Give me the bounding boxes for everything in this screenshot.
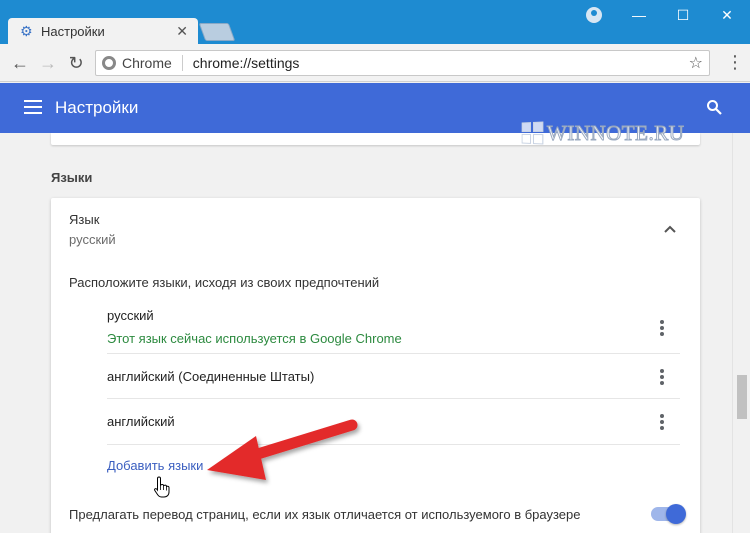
profile-icon[interactable]	[586, 7, 602, 23]
omnibox-label: Chrome	[122, 55, 172, 71]
window-titlebar: ⚙ Настройки ✕ — ☐ ✕	[0, 0, 750, 44]
forward-button[interactable]: →	[38, 53, 58, 73]
omnibox-divider	[181, 55, 183, 71]
language-row: английский	[107, 399, 680, 445]
more-options-icon[interactable]	[660, 414, 664, 432]
language-name: английский (Соединенные Штаты)	[107, 369, 315, 384]
page-scrollbar[interactable]	[732, 133, 750, 533]
bookmark-star-icon[interactable]: ☆	[689, 53, 703, 73]
watermark-text: WINNOTE.RU	[546, 120, 685, 145]
language-row: английский (Соединенные Штаты)	[107, 354, 680, 399]
browser-toolbar: ← → ↻ Chrome chrome://settings ☆ ⋮	[0, 44, 750, 82]
browser-menu-icon[interactable]: ⋮	[726, 52, 744, 72]
url-text[interactable]: chrome://settings	[193, 55, 300, 71]
maximize-button[interactable]: ☐	[661, 0, 705, 30]
settings-page: Языки Язык русский Расположите языки, ис…	[0, 133, 732, 533]
languages-card: Язык русский Расположите языки, исходя и…	[51, 198, 700, 533]
chrome-icon	[102, 56, 116, 70]
more-options-icon[interactable]	[660, 320, 664, 338]
windows-logo-icon	[521, 121, 544, 145]
reload-button[interactable]: ↻	[66, 53, 86, 73]
search-icon[interactable]	[706, 99, 722, 115]
more-options-icon[interactable]	[660, 369, 664, 387]
scrollbar-thumb[interactable]	[737, 375, 747, 419]
close-window-button[interactable]: ✕	[705, 0, 749, 30]
hamburger-menu-icon[interactable]	[24, 100, 42, 114]
language-row: русский Этот язык сейчас используется в …	[107, 303, 680, 354]
section-title-languages: Языки	[51, 170, 93, 185]
language-name: английский	[107, 414, 175, 429]
language-label: Язык	[69, 212, 100, 227]
back-button[interactable]: ←	[10, 53, 30, 73]
gear-icon: ⚙	[20, 23, 33, 39]
new-tab-button[interactable]	[198, 23, 236, 41]
add-languages-link[interactable]: Добавить языки	[107, 458, 203, 473]
tab-title: Настройки	[41, 23, 105, 39]
translate-toggle[interactable]	[651, 504, 686, 524]
hand-cursor-icon	[154, 476, 170, 498]
language-note: Этот язык сейчас используется в Google C…	[107, 331, 402, 346]
order-hint: Расположите языки, исходя из своих предп…	[69, 275, 380, 290]
language-name: русский	[107, 308, 154, 323]
tab-settings[interactable]: ⚙ Настройки ✕	[8, 18, 198, 44]
tab-close-icon[interactable]: ✕	[176, 23, 188, 40]
toggle-knob	[666, 504, 686, 524]
language-value: русский	[69, 232, 116, 247]
translate-offer-label: Предлагать перевод страниц, если их язык…	[69, 507, 581, 522]
chevron-up-icon[interactable]	[663, 222, 677, 236]
page-title: Настройки	[55, 98, 139, 117]
watermark: WINNOTE.RU	[521, 120, 721, 146]
address-bar[interactable]: Chrome chrome://settings ☆	[95, 50, 710, 76]
minimize-button[interactable]: —	[617, 0, 661, 30]
